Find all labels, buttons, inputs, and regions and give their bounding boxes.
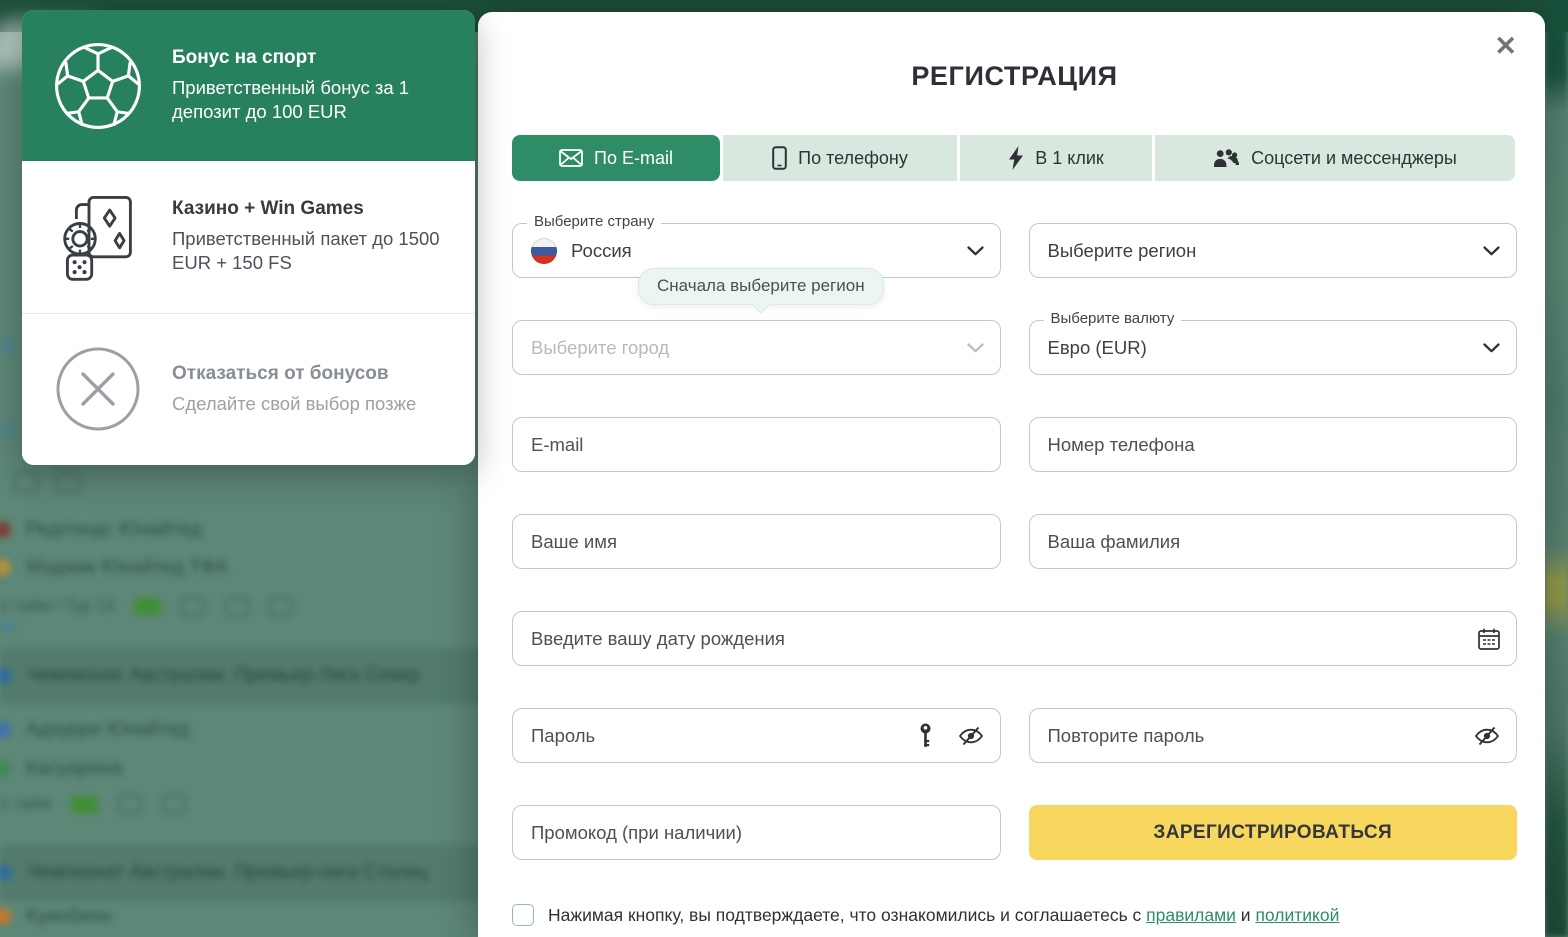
stats-icon	[181, 597, 205, 616]
bonus-title: Отказаться от бонусов	[172, 363, 451, 385]
russia-flag-icon	[531, 238, 557, 264]
team-badge-icon	[0, 559, 11, 576]
register-button[interactable]: ЗАРЕГИСТРИРОВАТЬСЯ	[1029, 805, 1518, 860]
country-select-label: Выберите страну	[527, 213, 661, 230]
email-field[interactable]	[531, 418, 982, 471]
calendar-icon[interactable]	[1478, 628, 1500, 650]
bg-team-row: Касуарина	[0, 757, 122, 780]
city-tooltip: Сначала выберите регион	[638, 268, 884, 305]
bg-team-row: Мэджик Юнайтед ТФА	[0, 556, 228, 579]
tab-phone[interactable]: По телефону	[723, 135, 957, 181]
password-field[interactable]	[531, 709, 892, 762]
registration-modal: ✕ РЕГИСТРАЦИЯ По E-mail По телефон	[478, 12, 1545, 937]
last-name-field[interactable]	[1048, 515, 1499, 568]
background-icons-row	[14, 472, 80, 493]
bonus-option-decline[interactable]: Отказаться от бонусов Сделайте свой выбо…	[22, 313, 475, 465]
stats-icon	[118, 795, 142, 814]
chevron-down-icon	[1483, 343, 1500, 353]
soccer-ball-icon	[50, 40, 146, 132]
tab-label: По E-mail	[594, 148, 673, 169]
team-badge-icon	[0, 721, 11, 738]
bg-match-status-row: 1 тайм	[0, 795, 186, 814]
tv-icon	[269, 597, 293, 616]
bg-match-status-row: 1 тайм / Тур 13	[0, 597, 293, 616]
birth-date-field[interactable]	[531, 612, 1464, 665]
team-badge-icon	[0, 521, 11, 538]
league-flag-icon	[0, 865, 12, 881]
password-repeat-field[interactable]	[1048, 709, 1461, 762]
rules-link[interactable]: правилами	[1146, 905, 1236, 925]
currency-select[interactable]: Выберите валюту Евро (EUR)	[1029, 320, 1518, 375]
bonus-title: Казино + Win Games	[172, 198, 451, 220]
team-badge-icon	[0, 760, 11, 777]
bg-team-row: Куинбиэн	[0, 905, 112, 928]
currency-select-value: Евро (EUR)	[1048, 337, 1147, 359]
one-click-icon	[1008, 146, 1024, 170]
agreement-checkbox[interactable]	[512, 904, 534, 926]
team-badge-icon	[0, 908, 11, 925]
phone-icon	[772, 146, 787, 170]
sidebar-sport-icon	[2, 340, 15, 353]
social-icon	[1213, 148, 1240, 168]
tab-email[interactable]: По E-mail	[512, 135, 720, 181]
bonus-description: Сделайте свой выбор позже	[172, 392, 451, 416]
phone-field[interactable]	[1048, 418, 1499, 471]
decline-icon	[50, 346, 146, 432]
agreement-row: Нажимая кнопку, вы подтверждаете, что оз…	[512, 902, 1517, 928]
league-flag-icon	[0, 668, 12, 684]
chart-icon	[225, 597, 249, 616]
chart-icon	[162, 795, 186, 814]
eye-slash-icon[interactable]	[1474, 725, 1500, 747]
tab-label: В 1 клик	[1035, 148, 1104, 169]
tab-label: Соцсети и мессенджеры	[1251, 148, 1457, 169]
eye-slash-icon[interactable]	[958, 725, 984, 747]
region-select-placeholder: Выберите регион	[1048, 240, 1197, 262]
email-icon	[559, 149, 583, 167]
registration-tabs: По E-mail По телефону В 1 клик	[512, 135, 1517, 181]
sidebar-sport-icon	[2, 620, 15, 633]
registration-form: Выберите страну Россия Сначала выберите …	[512, 223, 1517, 928]
tab-one-click[interactable]: В 1 клик	[960, 135, 1152, 181]
currency-select-label: Выберите валюту	[1044, 310, 1182, 327]
bonus-description: Приветственный пакет до 1500 EUR + 150 F…	[172, 227, 451, 276]
chevron-down-icon	[1483, 246, 1500, 256]
live-badge	[71, 796, 98, 813]
policy-link[interactable]: политикой	[1255, 905, 1339, 925]
country-select-value: Россия	[571, 240, 632, 262]
agreement-text: Нажимая кнопку, вы подтверждаете, что оз…	[548, 902, 1339, 928]
page: Редлэндс Юнайтед Мэджик Юнайтед ТФА 1 та…	[0, 0, 1568, 937]
chevron-down-icon	[967, 343, 984, 353]
bonus-panel: Бонус на спорт Приветственный бонус за 1…	[22, 10, 475, 465]
promo-code-field[interactable]	[531, 806, 982, 859]
tab-social[interactable]: Соцсети и мессенджеры	[1155, 135, 1515, 181]
chevron-down-icon	[967, 246, 984, 256]
bg-team-row: Редлэндс Юнайтед	[0, 518, 201, 541]
casino-icon	[50, 191, 146, 283]
background-right-edge	[1545, 0, 1568, 937]
bg-team-row: Адзурри Юнайтед	[0, 718, 189, 741]
sidebar-sport-icon	[2, 423, 15, 436]
city-select-placeholder: Выберите город	[531, 337, 669, 359]
modal-title: РЕГИСТРАЦИЯ	[512, 62, 1517, 90]
bonus-title: Бонус на спорт	[172, 47, 451, 69]
bonus-description: Приветственный бонус за 1 депозит до 100…	[172, 76, 451, 125]
live-badge	[134, 598, 161, 615]
close-icon[interactable]: ✕	[1488, 32, 1523, 61]
bonus-option-casino[interactable]: Казино + Win Games Приветственный пакет …	[22, 161, 475, 312]
generate-password-key-icon[interactable]	[919, 723, 932, 749]
first-name-field[interactable]	[531, 515, 982, 568]
tab-label: По телефону	[798, 148, 908, 169]
bonus-option-sport[interactable]: Бонус на спорт Приветственный бонус за 1…	[22, 10, 475, 161]
region-select[interactable]: Выберите регион	[1029, 223, 1518, 278]
city-select[interactable]: Выберите город	[512, 320, 1001, 375]
